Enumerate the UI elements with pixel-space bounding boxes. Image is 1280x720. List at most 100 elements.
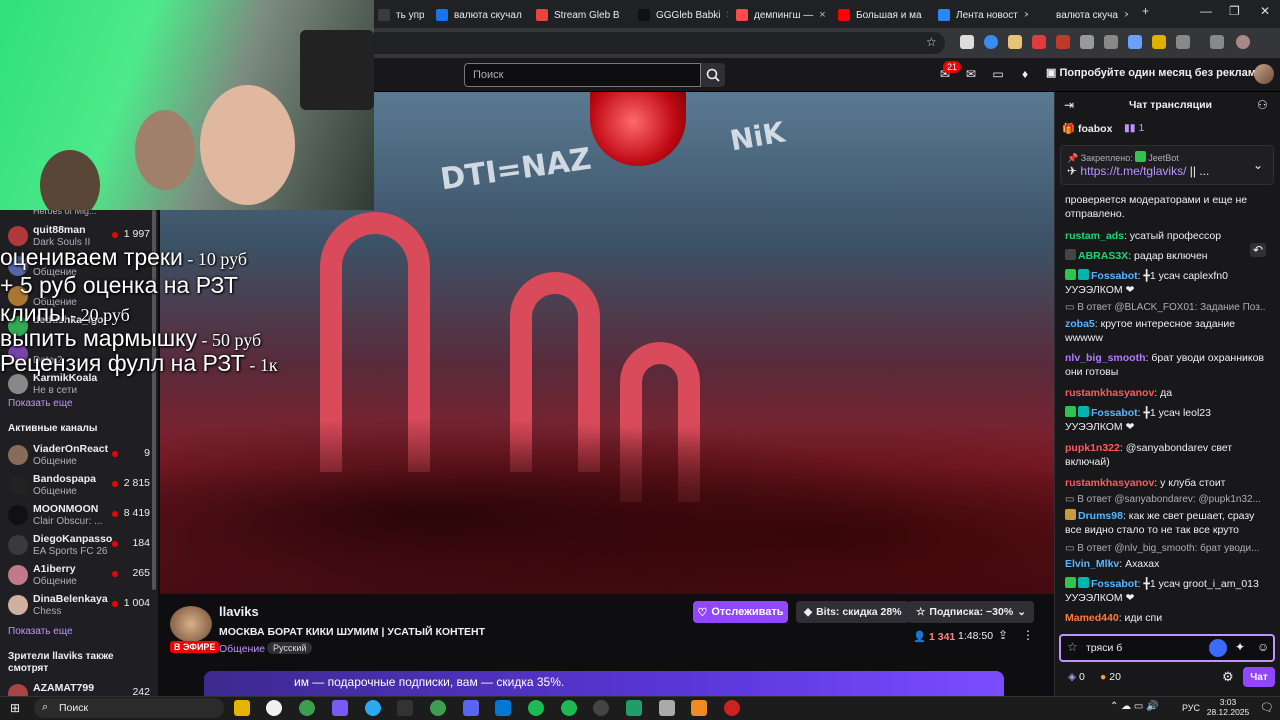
extension-icon[interactable]	[1032, 35, 1046, 49]
extension-icon[interactable]	[1128, 35, 1142, 49]
telegram-icon[interactable]	[365, 700, 381, 716]
search-button[interactable]	[701, 63, 725, 87]
vscode-icon[interactable]	[495, 700, 511, 716]
close-tab-icon[interactable]: ×	[819, 9, 825, 21]
new-tab-button[interactable]: +	[1142, 4, 1149, 18]
puzzle-icon[interactable]	[1176, 35, 1190, 49]
sidebar-channel[interactable]: A1iberry Общение 265	[6, 561, 154, 591]
language-tag[interactable]: Русский	[267, 642, 313, 654]
restore-icon[interactable]: ❐	[1229, 4, 1240, 18]
browser-tab[interactable]: валюта скучал×	[430, 4, 526, 26]
sidebar-channel[interactable]: DinaBelenkaya Chess 1 004	[6, 591, 154, 621]
pinned-link[interactable]: https://t.me/tglaviks/	[1080, 164, 1186, 178]
chat-username[interactable]: ABRAS3X	[1078, 250, 1128, 262]
bits-balance[interactable]: ● 20	[1100, 671, 1121, 683]
collapse-chat-icon[interactable]: ⇥	[1064, 98, 1074, 112]
bookmark-star-icon[interactable]: ☆	[926, 35, 937, 49]
extension-icon[interactable]	[1152, 35, 1166, 49]
show-more-link[interactable]: Показать еще	[8, 398, 73, 409]
search-input[interactable]: Поиск	[464, 63, 701, 87]
sidebar-channel[interactable]: ViaderOnReact Общение 9	[6, 441, 154, 471]
input-language[interactable]: РУС	[1182, 703, 1200, 713]
browser-tab[interactable]: Большая и ма×	[832, 4, 928, 26]
chat-username[interactable]: Drums98	[1078, 510, 1123, 522]
channel-avatar[interactable]	[170, 606, 212, 642]
extension-icon[interactable]	[1056, 35, 1070, 49]
extension-icon[interactable]	[984, 35, 998, 49]
chat-username[interactable]: Fossabot	[1091, 407, 1138, 419]
chat-username[interactable]: nlv_big_smooth	[1065, 352, 1146, 364]
browser-tab[interactable]: валюта скуча ×	[1032, 4, 1128, 26]
chat-username[interactable]: Fossabot	[1091, 578, 1138, 590]
chevron-down-icon[interactable]: ⌄	[1253, 158, 1263, 172]
profile-icon[interactable]	[1236, 35, 1250, 49]
reply-icon[interactable]: ↶	[1250, 243, 1267, 257]
chrome-icon[interactable]	[299, 700, 315, 716]
app-icon[interactable]	[528, 700, 544, 716]
sparkle-icon[interactable]: ✦	[1235, 640, 1245, 654]
promo-banner[interactable]: им — подарочные подписки, вам — скидка 3…	[204, 671, 1004, 696]
users-icon[interactable]: ⚇	[1257, 98, 1268, 112]
extension-icon[interactable]	[1008, 35, 1022, 49]
app-icon[interactable]	[332, 700, 348, 716]
channel-name[interactable]: llaviks	[219, 604, 259, 619]
stream-category[interactable]: Общение	[219, 643, 265, 655]
omnibox[interactable]	[360, 32, 945, 54]
vlc-icon[interactable]	[691, 700, 707, 716]
notification-icon[interactable]: 🗨	[1260, 701, 1274, 714]
chat-username[interactable]: Fossabot	[1091, 270, 1138, 282]
file-explorer-icon[interactable]	[234, 700, 250, 716]
hype-user[interactable]: 🎁 foabox	[1062, 122, 1112, 135]
user-avatar[interactable]	[1254, 64, 1274, 84]
app-icon[interactable]	[626, 700, 642, 716]
app-icon[interactable]	[397, 700, 413, 716]
subscribe-button[interactable]: ☆ Подписка: −30% ⌄	[908, 601, 1035, 623]
chat-username[interactable]: rustamkhasyanov	[1065, 387, 1154, 399]
extension-icon[interactable]	[1080, 35, 1094, 49]
bot-icon[interactable]	[1209, 639, 1227, 657]
taskbar-search[interactable]: ⌕ Поиск	[34, 698, 224, 718]
minimize-icon[interactable]: —	[1200, 4, 1212, 18]
chat-username[interactable]: rustamkhasyanov	[1065, 477, 1154, 489]
menu-icon[interactable]	[1210, 35, 1224, 49]
more-options-icon[interactable]: ⋮	[1022, 628, 1034, 642]
send-chat-button[interactable]: Чат	[1243, 667, 1275, 687]
close-tab-icon[interactable]: ×	[1124, 9, 1128, 21]
browser-tab[interactable]: Лента новост ×	[932, 4, 1028, 26]
close-window-icon[interactable]: ✕	[1260, 4, 1270, 18]
chat-username[interactable]: Elvin_Mlkv	[1065, 558, 1119, 570]
close-tab-icon[interactable]: ×	[726, 9, 728, 21]
whispers-icon[interactable]: ▭	[991, 67, 1005, 81]
channel-points[interactable]: ◈ 0	[1068, 671, 1085, 683]
chat-username[interactable]: rustam_ads	[1065, 230, 1124, 242]
sidebar-item-azamat[interactable]: AZAMAT799 242	[6, 680, 154, 696]
pinned-message[interactable]: 📌 Закреплено: JeetBot ✈ https://t.me/tgl…	[1060, 145, 1274, 185]
gear-icon[interactable]: ⚙	[1222, 669, 1234, 685]
show-more-link-2[interactable]: Показать еще	[8, 626, 73, 637]
bits-button[interactable]: ◆ Bits: скидка 28%	[796, 601, 910, 623]
browser-tab[interactable]: ть управ×	[372, 4, 424, 26]
emoji-icon[interactable]: ☺	[1257, 640, 1269, 654]
follow-button[interactable]: ♡ Отслеживать	[693, 601, 788, 623]
tray-icons[interactable]: ⌃ ☁ ▭ 🔊	[1110, 701, 1159, 712]
extension-icon[interactable]	[1104, 35, 1118, 49]
browser-tab[interactable]: Stream Gleb B×	[530, 4, 626, 26]
app-icon[interactable]	[659, 700, 675, 716]
share-icon[interactable]: ⇪	[998, 628, 1008, 642]
chat-input[interactable]: ☆ тряси б ✦ ☺	[1059, 634, 1275, 662]
windows-start-icon[interactable]: ⊞	[10, 701, 20, 715]
extension-icon[interactable]	[960, 35, 974, 49]
chat-username[interactable]: zoba5	[1065, 318, 1095, 330]
star-icon[interactable]: ☆	[1067, 640, 1078, 654]
discord-icon[interactable]	[463, 700, 479, 716]
sidebar-channel[interactable]: MOONMOON Clair Obscur: ... 8 419	[6, 501, 154, 531]
yandex-icon[interactable]	[266, 700, 282, 716]
app-icon[interactable]	[724, 700, 740, 716]
obs-icon[interactable]	[593, 700, 609, 716]
ad-free-promo[interactable]: ▣ Попробуйте один месяц без рекламы	[1046, 66, 1265, 79]
spotify-icon[interactable]	[561, 700, 577, 716]
chat-username[interactable]: Mamed440	[1065, 612, 1119, 624]
chat-username[interactable]: pupk1n322	[1065, 442, 1120, 454]
chrome-icon[interactable]	[430, 700, 446, 716]
browser-tab[interactable]: GGGleb Babki ×	[632, 4, 728, 26]
